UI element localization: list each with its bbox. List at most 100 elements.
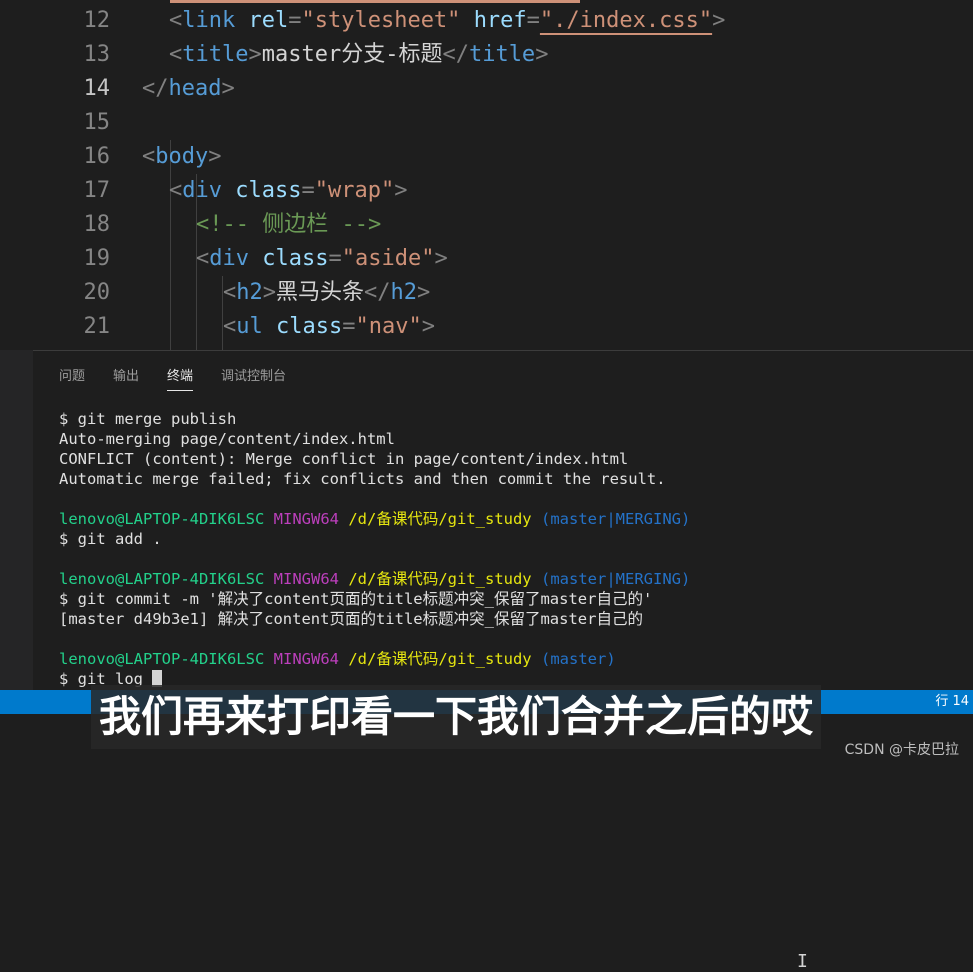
code-token: 黑马头条: [276, 280, 365, 305]
code-token: <: [169, 178, 183, 203]
tab-debug-console[interactable]: 调试控制台: [221, 365, 286, 391]
code-line[interactable]: 15: [0, 106, 973, 140]
code-line[interactable]: 18 <!-- 侧边栏 -->: [0, 208, 973, 242]
code-line[interactable]: 13 <title>master分支-标题</title>: [0, 38, 973, 72]
code-text: <h2>黑马头条</h2>: [223, 276, 430, 310]
terminal-line: $ git add .: [59, 529, 690, 549]
code-token: title: [468, 42, 536, 67]
terminal-text: $ git add .: [59, 530, 162, 548]
code-token: >: [417, 280, 431, 305]
code-line[interactable]: 20 <h2>黑马头条</h2>: [0, 276, 973, 310]
code-token: "wrap": [314, 178, 395, 203]
code-token: </: [142, 76, 169, 101]
code-text: <div class="aside">: [196, 242, 448, 276]
terminal-line: CONFLICT (content): Merge conflict in pa…: [59, 449, 690, 469]
terminal-text: MINGW64: [273, 510, 339, 528]
tab-output[interactable]: 输出: [113, 365, 139, 391]
code-token: >: [421, 314, 435, 339]
line-number: 14: [83, 76, 111, 101]
video-subtitle: 我们再来打印看一下我们合并之后的哎: [91, 685, 822, 749]
code-token: "./index.css": [539, 8, 713, 33]
terminal-text: /d/备课代码/git_study: [348, 510, 532, 528]
code-token: >: [248, 42, 262, 67]
terminal-text: MINGW64: [273, 650, 339, 668]
code-token: =: [301, 178, 315, 203]
code-token: <: [169, 8, 183, 33]
terminal-text: (master): [541, 650, 616, 668]
terminal-text: /d/备课代码/git_study: [348, 650, 532, 668]
code-token: </: [364, 280, 391, 305]
terminal-line: $ git commit -m '解决了content页面的title标题冲突_…: [59, 589, 690, 609]
cursor-position-status[interactable]: 行 14: [935, 690, 969, 714]
code-text: <title>master分支-标题</title>: [169, 38, 548, 72]
code-token: h2: [390, 280, 418, 305]
error-squiggle: [170, 0, 580, 3]
code-text: <body>: [142, 140, 221, 174]
code-token: master分支-标题: [261, 42, 443, 67]
code-token: "nav": [355, 314, 422, 339]
code-token: </: [442, 42, 469, 67]
terminal-text: /d/备课代码/git_study: [348, 570, 532, 588]
code-token: <!-- 侧边栏 -->: [196, 212, 382, 237]
code-line[interactable]: 14 </head>: [0, 72, 973, 106]
code-line[interactable]: 21 <ul class="nav">: [0, 310, 973, 344]
code-token: <: [223, 280, 237, 305]
code-editor[interactable]: 12 <link rel="stylesheet" href="./index.c…: [0, 0, 973, 350]
code-token: =: [328, 246, 342, 271]
terminal-text: MINGW64: [273, 570, 339, 588]
line-number: 19: [83, 246, 111, 271]
tab-problems[interactable]: 问题: [59, 365, 85, 391]
terminal-text: [master d49b3e1] 解决了content页面的title标题冲突_…: [59, 610, 643, 628]
line-number: 16: [83, 144, 111, 169]
code-token: =: [342, 314, 356, 339]
terminal-text: $ git merge publish: [59, 410, 237, 428]
code-token: rel: [248, 8, 289, 33]
line-number: 12: [83, 8, 111, 33]
code-token: <: [223, 314, 237, 339]
terminal-text: (master|MERGING): [541, 570, 691, 588]
code-line[interactable]: 19 <div class="aside">: [0, 242, 973, 276]
terminal-line: lenovo@LAPTOP-4DIK6LSC MINGW64 /d/备课代码/g…: [59, 649, 690, 669]
code-text: <!-- 侧边栏 -->: [196, 208, 381, 242]
terminal-text: Auto-merging page/content/index.html: [59, 430, 395, 448]
terminal-line: $ git merge publish: [59, 409, 690, 429]
code-token: <: [169, 42, 183, 67]
code-token: <: [196, 246, 210, 271]
code-token: =: [526, 8, 540, 33]
code-line[interactable]: 12 <link rel="stylesheet" href="./index.c…: [0, 4, 973, 38]
terminal-text: (master|MERGING): [541, 510, 691, 528]
code-token: div: [182, 178, 222, 203]
code-line[interactable]: 16 <body>: [0, 140, 973, 174]
code-token: title: [182, 42, 249, 67]
terminal-text: CONFLICT (content): Merge conflict in pa…: [59, 450, 629, 468]
tab-terminal[interactable]: 终端: [167, 365, 194, 391]
code-token: body: [155, 144, 209, 169]
code-token: "stylesheet": [301, 8, 461, 33]
code-token: >: [535, 42, 549, 67]
watermark: CSDN @卡皮巴拉: [844, 742, 959, 758]
code-text: </head>: [142, 72, 235, 106]
code-token: ul: [236, 314, 263, 339]
terminal-text: Automatic merge failed; fix conflicts an…: [59, 470, 666, 488]
code-token: >: [262, 280, 276, 305]
bottom-panel: 问题 输出 终端 调试控制台 $ git merge publish Auto-m…: [33, 350, 973, 972]
terminal-line: Auto-merging page/content/index.html: [59, 429, 690, 449]
terminal-output[interactable]: $ git merge publish Auto-merging page/con…: [59, 409, 690, 689]
code-line[interactable]: 17 <div class="wrap">: [0, 174, 973, 208]
code-token: <: [142, 144, 156, 169]
code-token: class: [262, 246, 329, 271]
line-number: 21: [83, 314, 111, 339]
code-text: <div class="wrap">: [169, 174, 407, 208]
code-token: href: [473, 8, 527, 33]
code-token: link: [182, 8, 236, 33]
